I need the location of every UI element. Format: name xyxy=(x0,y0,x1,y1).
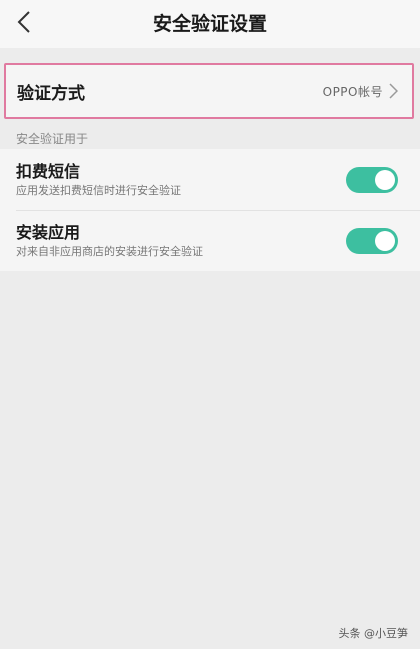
chevron-left-icon xyxy=(17,10,31,38)
verify-method-label: 验证方式 xyxy=(17,83,85,104)
toggle-knob xyxy=(375,169,395,190)
settings-list: 扣费短信 应用发送扣费短信时进行安全验证 安装应用 对来自非应用商店的安装进行安… xyxy=(0,149,420,271)
sms-charge-toggle[interactable] xyxy=(346,166,398,193)
settings-item-subtitle: 应用发送扣费短信时进行安全验证 xyxy=(16,183,181,197)
toggle-knob xyxy=(375,230,395,251)
settings-item-title: 扣费短信 xyxy=(16,161,81,181)
settings-item-subtitle: 对来自非应用商店的安装进行安全验证 xyxy=(16,244,203,258)
settings-item-sms-charge: 扣费短信 应用发送扣费短信时进行安全验证 xyxy=(0,149,420,210)
chevron-right-icon xyxy=(389,83,398,99)
settings-item-title: 安装应用 xyxy=(16,222,81,242)
install-app-toggle[interactable] xyxy=(346,227,398,254)
back-button[interactable] xyxy=(8,8,40,40)
verify-method-row[interactable]: 验证方式 OPPO帐号 xyxy=(4,63,414,119)
top-bar: 安全验证设置 xyxy=(0,0,420,48)
section-header: 安全验证用于 xyxy=(16,132,89,146)
page-title: 安全验证设置 xyxy=(152,13,267,35)
watermark: 头条 @小豆笋 xyxy=(338,627,409,640)
settings-item-install-app: 安装应用 对来自非应用商店的安装进行安全验证 xyxy=(0,210,420,271)
verify-method-value: OPPO帐号 xyxy=(322,84,383,99)
settings-item-text: 安装应用 对来自非应用商店的安装进行安全验证 xyxy=(16,223,346,259)
settings-item-text: 扣费短信 应用发送扣费短信时进行安全验证 xyxy=(16,162,346,198)
